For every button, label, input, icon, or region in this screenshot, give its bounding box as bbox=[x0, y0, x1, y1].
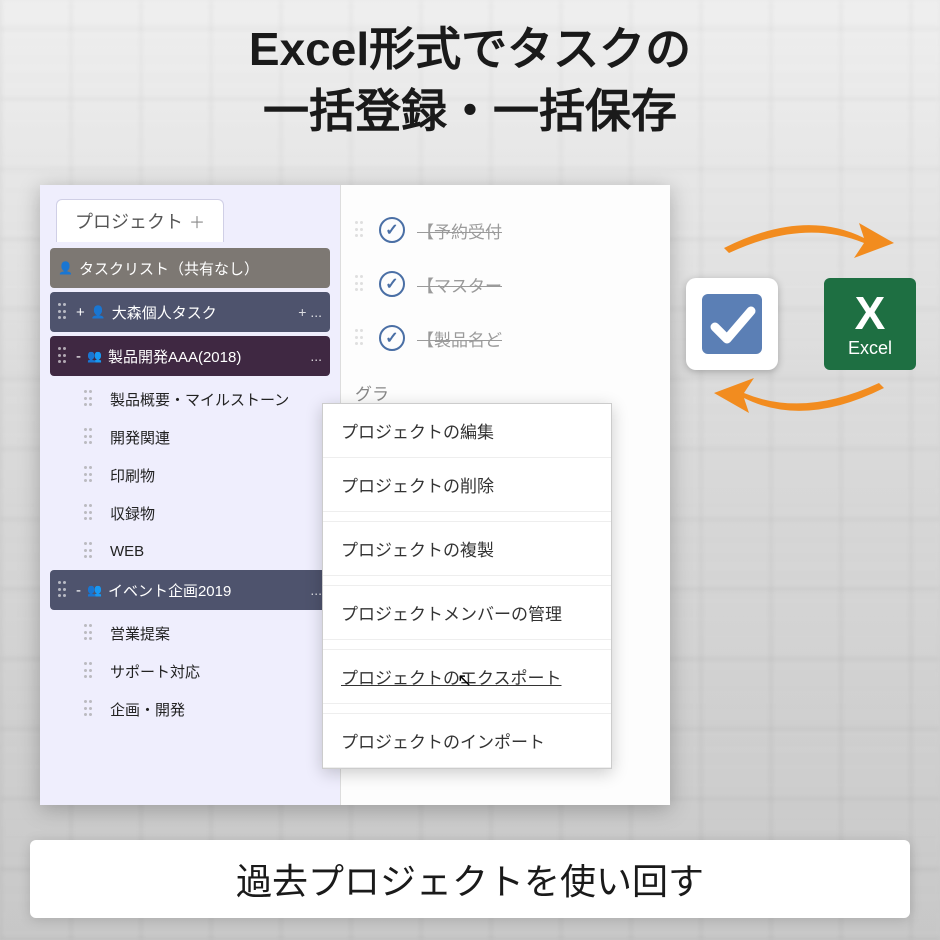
collapse-toggle[interactable]: + bbox=[76, 304, 85, 321]
subitem-label: 企画・開発 bbox=[110, 699, 185, 720]
arrow-right-icon bbox=[714, 218, 894, 258]
project-list: 👤 タスクリスト（共有なし） + 👤 大森個人タスク + ... - 👥 製品開… bbox=[40, 242, 340, 728]
menu-delete-project[interactable]: プロジェクトの削除 bbox=[323, 458, 611, 512]
task-label: 【予約受付 bbox=[417, 218, 502, 243]
app-logo-icon bbox=[686, 278, 778, 370]
drag-handle-icon[interactable] bbox=[84, 542, 96, 560]
project-subitem[interactable]: 開発関連 bbox=[50, 418, 330, 456]
arrow-left-icon bbox=[714, 378, 894, 418]
person-lock-icon: 👤 bbox=[58, 261, 73, 275]
project-more[interactable]: + ... bbox=[298, 304, 322, 320]
menu-divider bbox=[323, 576, 611, 586]
project-tab[interactable]: プロジェクト ＋ bbox=[56, 199, 224, 242]
drag-handle-icon[interactable] bbox=[355, 329, 367, 347]
excel-label: Excel bbox=[848, 338, 892, 359]
subitem-label: 開発関連 bbox=[110, 427, 170, 448]
drag-handle-icon[interactable] bbox=[355, 275, 367, 293]
check-icon[interactable]: ✓ bbox=[379, 325, 405, 351]
drag-handle-icon[interactable] bbox=[84, 662, 96, 680]
drag-handle-icon[interactable] bbox=[58, 581, 70, 599]
drag-handle-icon[interactable] bbox=[355, 221, 367, 239]
drag-handle-icon[interactable] bbox=[84, 390, 96, 408]
context-menu: プロジェクトの編集 プロジェクトの削除 プロジェクトの複製 プロジェクトメンバー… bbox=[322, 403, 612, 769]
collapse-toggle[interactable]: - bbox=[76, 582, 81, 599]
subitem-label: 製品概要・マイルストーン bbox=[110, 389, 289, 410]
cursor-icon: ↖ bbox=[457, 670, 472, 691]
drag-handle-icon[interactable] bbox=[84, 504, 96, 522]
subitem-label: サポート対応 bbox=[110, 661, 200, 682]
subitem-label: WEB bbox=[110, 543, 144, 560]
project-subitem[interactable]: 営業提案 bbox=[50, 614, 330, 652]
project-subitem[interactable]: 企画・開発 bbox=[50, 690, 330, 728]
drag-handle-icon[interactable] bbox=[58, 303, 70, 321]
menu-edit-project[interactable]: プロジェクトの編集 bbox=[323, 404, 611, 458]
person-icon: 👤 bbox=[91, 305, 106, 319]
footer-text: 過去プロジェクトを使い回す bbox=[236, 853, 704, 905]
project-subitem[interactable]: 製品概要・マイルストーン bbox=[50, 380, 330, 418]
project-row-aaa2018[interactable]: - 👥 製品開発AAA(2018) ... bbox=[50, 336, 330, 376]
drag-handle-icon[interactable] bbox=[84, 700, 96, 718]
drag-handle-icon[interactable] bbox=[58, 347, 70, 365]
convert-block: X Excel bbox=[686, 218, 916, 418]
project-label: イベント企画2019 bbox=[108, 580, 231, 601]
menu-divider bbox=[323, 704, 611, 714]
check-icon[interactable]: ✓ bbox=[379, 217, 405, 243]
subitem-label: 収録物 bbox=[110, 503, 155, 524]
add-project-icon[interactable]: ＋ bbox=[189, 209, 205, 233]
project-subitem[interactable]: WEB bbox=[50, 532, 330, 570]
project-row-omori[interactable]: + 👤 大森個人タスク + ... bbox=[50, 292, 330, 332]
drag-handle-icon[interactable] bbox=[84, 466, 96, 484]
task-label: 【製品名ど bbox=[417, 326, 502, 351]
headline: Excel形式でタスクの 一括登録・一括保存 bbox=[0, 0, 940, 142]
menu-divider bbox=[323, 512, 611, 522]
excel-logo-icon: X Excel bbox=[824, 278, 916, 370]
menu-duplicate-project[interactable]: プロジェクトの複製 bbox=[323, 522, 611, 576]
project-subitem[interactable]: サポート対応 bbox=[50, 652, 330, 690]
people-icon: 👥 bbox=[87, 349, 102, 363]
menu-import-project[interactable]: プロジェクトのインポート bbox=[323, 714, 611, 768]
excel-x: X bbox=[855, 290, 886, 336]
project-more[interactable]: ... bbox=[310, 582, 322, 598]
task-label: グラ bbox=[355, 380, 389, 405]
sidebar: プロジェクト ＋ 👤 タスクリスト（共有なし） + 👤 大森個人タスク + ..… bbox=[40, 185, 340, 805]
menu-divider bbox=[323, 640, 611, 650]
menu-manage-members[interactable]: プロジェクトメンバーの管理 bbox=[323, 586, 611, 640]
drag-handle-icon[interactable] bbox=[84, 624, 96, 642]
headline-line1: Excel形式でタスクの bbox=[0, 18, 940, 80]
project-subitem[interactable]: 印刷物 bbox=[50, 456, 330, 494]
collapse-toggle[interactable]: - bbox=[76, 348, 81, 365]
subitem-label: 印刷物 bbox=[110, 465, 155, 486]
task-label: 【マスター bbox=[417, 272, 502, 297]
project-more[interactable]: ... bbox=[310, 348, 322, 364]
project-subitem[interactable]: 収録物 bbox=[50, 494, 330, 532]
check-icon[interactable]: ✓ bbox=[379, 271, 405, 297]
footer-bar: 過去プロジェクトを使い回す bbox=[30, 840, 910, 918]
project-row-tasklist[interactable]: 👤 タスクリスト（共有なし） bbox=[50, 248, 330, 288]
subitem-label: 営業提案 bbox=[110, 623, 170, 644]
project-row-event2019[interactable]: - 👥 イベント企画2019 ... bbox=[50, 570, 330, 610]
project-label: 製品開発AAA(2018) bbox=[108, 346, 241, 367]
project-tab-label: プロジェクト bbox=[75, 208, 183, 234]
project-label: 大森個人タスク bbox=[112, 302, 217, 323]
people-icon: 👥 bbox=[87, 583, 102, 597]
task-row[interactable]: ✓ 【予約受付 bbox=[341, 203, 670, 257]
headline-line2: 一括登録・一括保存 bbox=[0, 80, 940, 142]
project-label: タスクリスト（共有なし） bbox=[79, 258, 259, 279]
drag-handle-icon[interactable] bbox=[84, 428, 96, 446]
task-row[interactable]: ✓ 【製品名ど bbox=[341, 311, 670, 365]
task-row[interactable]: ✓ 【マスター bbox=[341, 257, 670, 311]
